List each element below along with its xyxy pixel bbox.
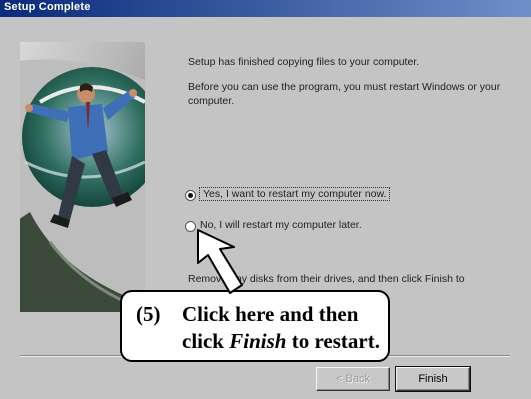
restart-now-radio[interactable] xyxy=(185,190,196,201)
window-title: Setup Complete xyxy=(4,1,91,13)
restart-instructions: Before you can use the program, you must… xyxy=(188,81,501,107)
restart-now-label[interactable]: Yes, I want to restart my computer now. xyxy=(198,187,391,201)
title-bar: Setup Complete xyxy=(0,0,531,17)
status-text: Setup has finished copying files to your… xyxy=(188,56,420,68)
instruction-callout: (5) Click here and then click Finish to … xyxy=(120,290,390,362)
callout-line-2: click Finish to restart. xyxy=(182,329,380,354)
setup-illustration xyxy=(20,42,145,312)
callout-arrow-icon xyxy=(197,229,243,294)
callout-line-2-suffix: to restart. xyxy=(286,329,380,353)
finish-button[interactable]: Finish xyxy=(395,366,471,392)
callout-finish-emphasis: Finish xyxy=(229,329,287,353)
radio-selected-dot xyxy=(188,193,193,198)
callout-line-2-prefix: click xyxy=(182,329,230,353)
restart-now-text: Yes, I want to restart my computer now. xyxy=(198,187,391,201)
callout-step-number: (5) xyxy=(136,302,161,326)
back-button[interactable]: < Back xyxy=(316,367,390,391)
callout-line-1: Click here and then xyxy=(182,302,359,326)
